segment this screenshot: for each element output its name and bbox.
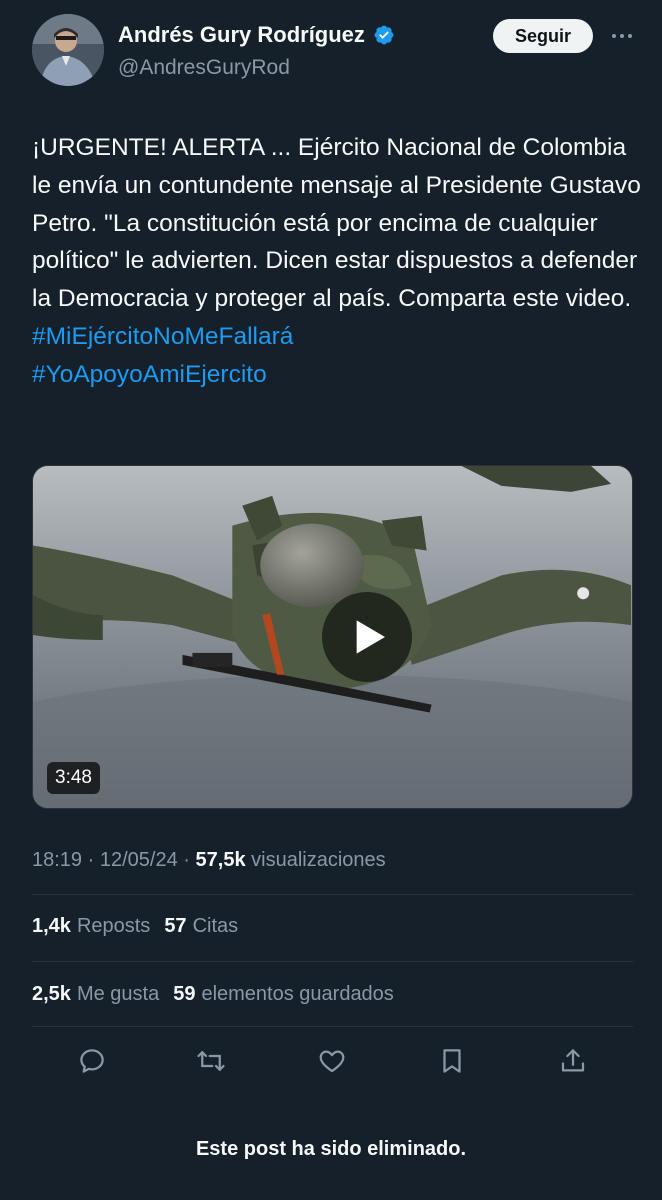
like-icon bbox=[319, 1050, 345, 1073]
video-duration: 3:48 bbox=[47, 762, 100, 794]
post-deleted-notice: Este post ha sido eliminado. bbox=[195, 1138, 467, 1160]
post-body: ¡URGENTE! ALERTA ... Ejército Nacional d… bbox=[32, 134, 641, 313]
reposts-link[interactable]: 1,4k Reposts bbox=[32, 915, 150, 938]
quotes-count: 57 bbox=[164, 915, 187, 937]
post-date[interactable]: 12/05/24 bbox=[100, 849, 178, 871]
like-button[interactable] bbox=[314, 1043, 350, 1079]
bookmarks-link[interactable]: 59 elementos guardados bbox=[173, 983, 394, 1006]
hashtag-link[interactable]: #YoApoyoAmiEjercito bbox=[32, 361, 267, 388]
post-detail: Andrés Gury Rodríguez @AndresGuryRod Seg… bbox=[0, 0, 662, 1200]
divider bbox=[32, 894, 633, 895]
bookmarks-label: elementos guardados bbox=[201, 983, 394, 1005]
likes-count: 2,5k bbox=[32, 983, 71, 1005]
bookmark-button[interactable] bbox=[434, 1043, 470, 1079]
reply-icon bbox=[80, 1049, 104, 1073]
verified-badge-icon[interactable] bbox=[373, 24, 395, 46]
more-icon[interactable] bbox=[606, 24, 638, 48]
repost-button[interactable] bbox=[193, 1043, 229, 1079]
avatar[interactable] bbox=[32, 14, 104, 86]
share-icon bbox=[561, 1049, 585, 1072]
bookmark-icon bbox=[443, 1049, 461, 1073]
divider bbox=[32, 961, 633, 962]
likes-label: Me gusta bbox=[76, 983, 160, 1005]
post-text: ¡URGENTE! ALERTA ... Ejército Nacional d… bbox=[32, 129, 642, 394]
play-icon bbox=[356, 620, 385, 654]
reply-button[interactable] bbox=[74, 1043, 110, 1079]
play-button[interactable] bbox=[322, 592, 412, 682]
video-player[interactable]: 3:48 bbox=[32, 465, 633, 809]
stats-row-likes: 2,5k Me gusta 59 elementos guardados bbox=[32, 983, 394, 1006]
action-bar bbox=[0, 1043, 662, 1083]
quotes-label: Citas bbox=[192, 915, 239, 937]
post-time[interactable]: 18:19 bbox=[32, 849, 82, 871]
reposts-count: 1,4k bbox=[32, 915, 71, 937]
hashtag-link[interactable]: #MiEjércitoNoMeFallará bbox=[32, 323, 293, 350]
likes-link[interactable]: 2,5k Me gusta bbox=[32, 983, 159, 1006]
meta-separator: · bbox=[87, 849, 95, 871]
author-handle[interactable]: @AndresGuryRod bbox=[118, 56, 290, 80]
meta-separator: · bbox=[183, 849, 190, 871]
follow-button[interactable]: Seguir bbox=[493, 19, 593, 53]
repost-icon bbox=[197, 1051, 225, 1071]
author-name-row: Andrés Gury Rodríguez bbox=[118, 22, 395, 48]
views-count: 57,5k bbox=[195, 849, 246, 871]
avatar-image bbox=[32, 14, 104, 86]
quotes-link[interactable]: 57 Citas bbox=[164, 915, 238, 938]
share-button[interactable] bbox=[555, 1043, 591, 1079]
bookmarks-count: 59 bbox=[173, 983, 196, 1005]
author-display-name[interactable]: Andrés Gury Rodríguez bbox=[118, 22, 365, 48]
reposts-label: Reposts bbox=[76, 915, 151, 937]
post-meta: 18:19 · 12/05/24 · 57,5k visualizaciones bbox=[32, 849, 386, 872]
divider bbox=[32, 1026, 633, 1027]
stats-row-reposts: 1,4k Reposts 57 Citas bbox=[32, 915, 238, 938]
views-label: visualizaciones bbox=[251, 849, 386, 871]
